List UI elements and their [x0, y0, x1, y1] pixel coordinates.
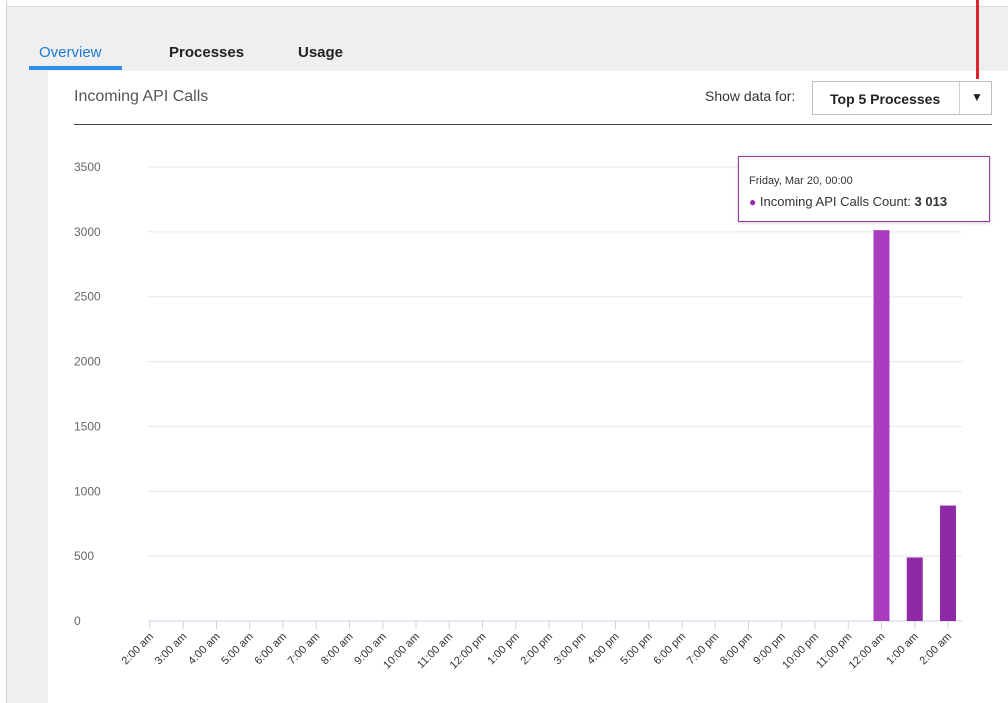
x-tick-label: 5:00 am — [219, 631, 256, 668]
y-tick-label: 2000 — [74, 355, 101, 369]
x-tick-label: 4:00 am — [186, 631, 223, 668]
x-tick-label: 7:00 am — [286, 631, 323, 668]
x-tick-label: 6:00 pm — [652, 631, 689, 668]
x-tick-label: 8:00 am — [319, 631, 356, 668]
x-tick-label: 10:00 pm — [780, 631, 821, 672]
y-tick-label: 500 — [74, 549, 94, 563]
y-tick-label: 2500 — [74, 290, 101, 304]
x-tick-label: 4:00 pm — [585, 631, 622, 668]
tab-usage[interactable]: Usage — [298, 44, 343, 61]
show-data-select[interactable]: Top 5 Processes ▼ — [812, 81, 992, 115]
chart-tooltip: Friday, Mar 20, 00:00 ● Incoming API Cal… — [738, 156, 990, 222]
left-border — [0, 0, 7, 703]
y-tick-label: 3000 — [74, 225, 101, 239]
panel-title: Incoming API Calls — [74, 88, 209, 105]
bar — [906, 557, 923, 621]
show-data-label: Show data for: — [705, 88, 796, 104]
x-tick-label: 12:00 pm — [448, 631, 489, 672]
bar — [940, 505, 956, 621]
tab-overview[interactable]: Overview — [39, 44, 102, 61]
tooltip-value: 3 013 — [914, 194, 948, 209]
active-tab-indicator — [29, 66, 122, 70]
x-tick-label: 2:00 am — [918, 631, 955, 668]
tooltip-series-label: Incoming API Calls Count: — [759, 194, 915, 209]
series-dot-icon: ● — [749, 195, 757, 209]
x-tick-label: 8:00 pm — [718, 631, 755, 668]
x-tick-label: 5:00 pm — [618, 631, 655, 668]
x-tick-label: 12:00 am — [847, 631, 888, 672]
x-tick-label: 10:00 am — [381, 631, 422, 672]
x-tick-label: 3:00 am — [153, 631, 190, 668]
x-tick-label: 1:00 am — [884, 631, 921, 668]
bar — [873, 230, 890, 621]
tab-processes[interactable]: Processes — [169, 44, 244, 61]
red-marker-line — [976, 0, 979, 79]
y-tick-label: 1500 — [74, 419, 101, 433]
x-tick-label: 7:00 pm — [685, 631, 722, 668]
y-tick-label: 1000 — [74, 484, 101, 498]
show-data-selected-value: Top 5 Processes — [830, 91, 941, 107]
x-tick-label: 2:00 am — [120, 631, 157, 668]
tooltip-date: Friday, Mar 20, 00:00 — [749, 175, 853, 187]
select-separator — [959, 82, 960, 114]
x-tick-label: 3:00 pm — [552, 631, 589, 668]
chevron-down-icon[interactable]: ▼ — [971, 90, 983, 104]
x-tick-label: 6:00 am — [253, 631, 290, 668]
x-tick-label: 1:00 pm — [485, 631, 522, 668]
x-tick-label: 2:00 pm — [519, 631, 556, 668]
y-tick-label: 0 — [74, 614, 81, 628]
y-tick-label: 3500 — [74, 160, 101, 174]
tab-bar — [7, 7, 1008, 71]
top-divider — [6, 0, 1008, 7]
tooltip-series-line: ● Incoming API Calls Count: 3 013 — [749, 194, 947, 209]
